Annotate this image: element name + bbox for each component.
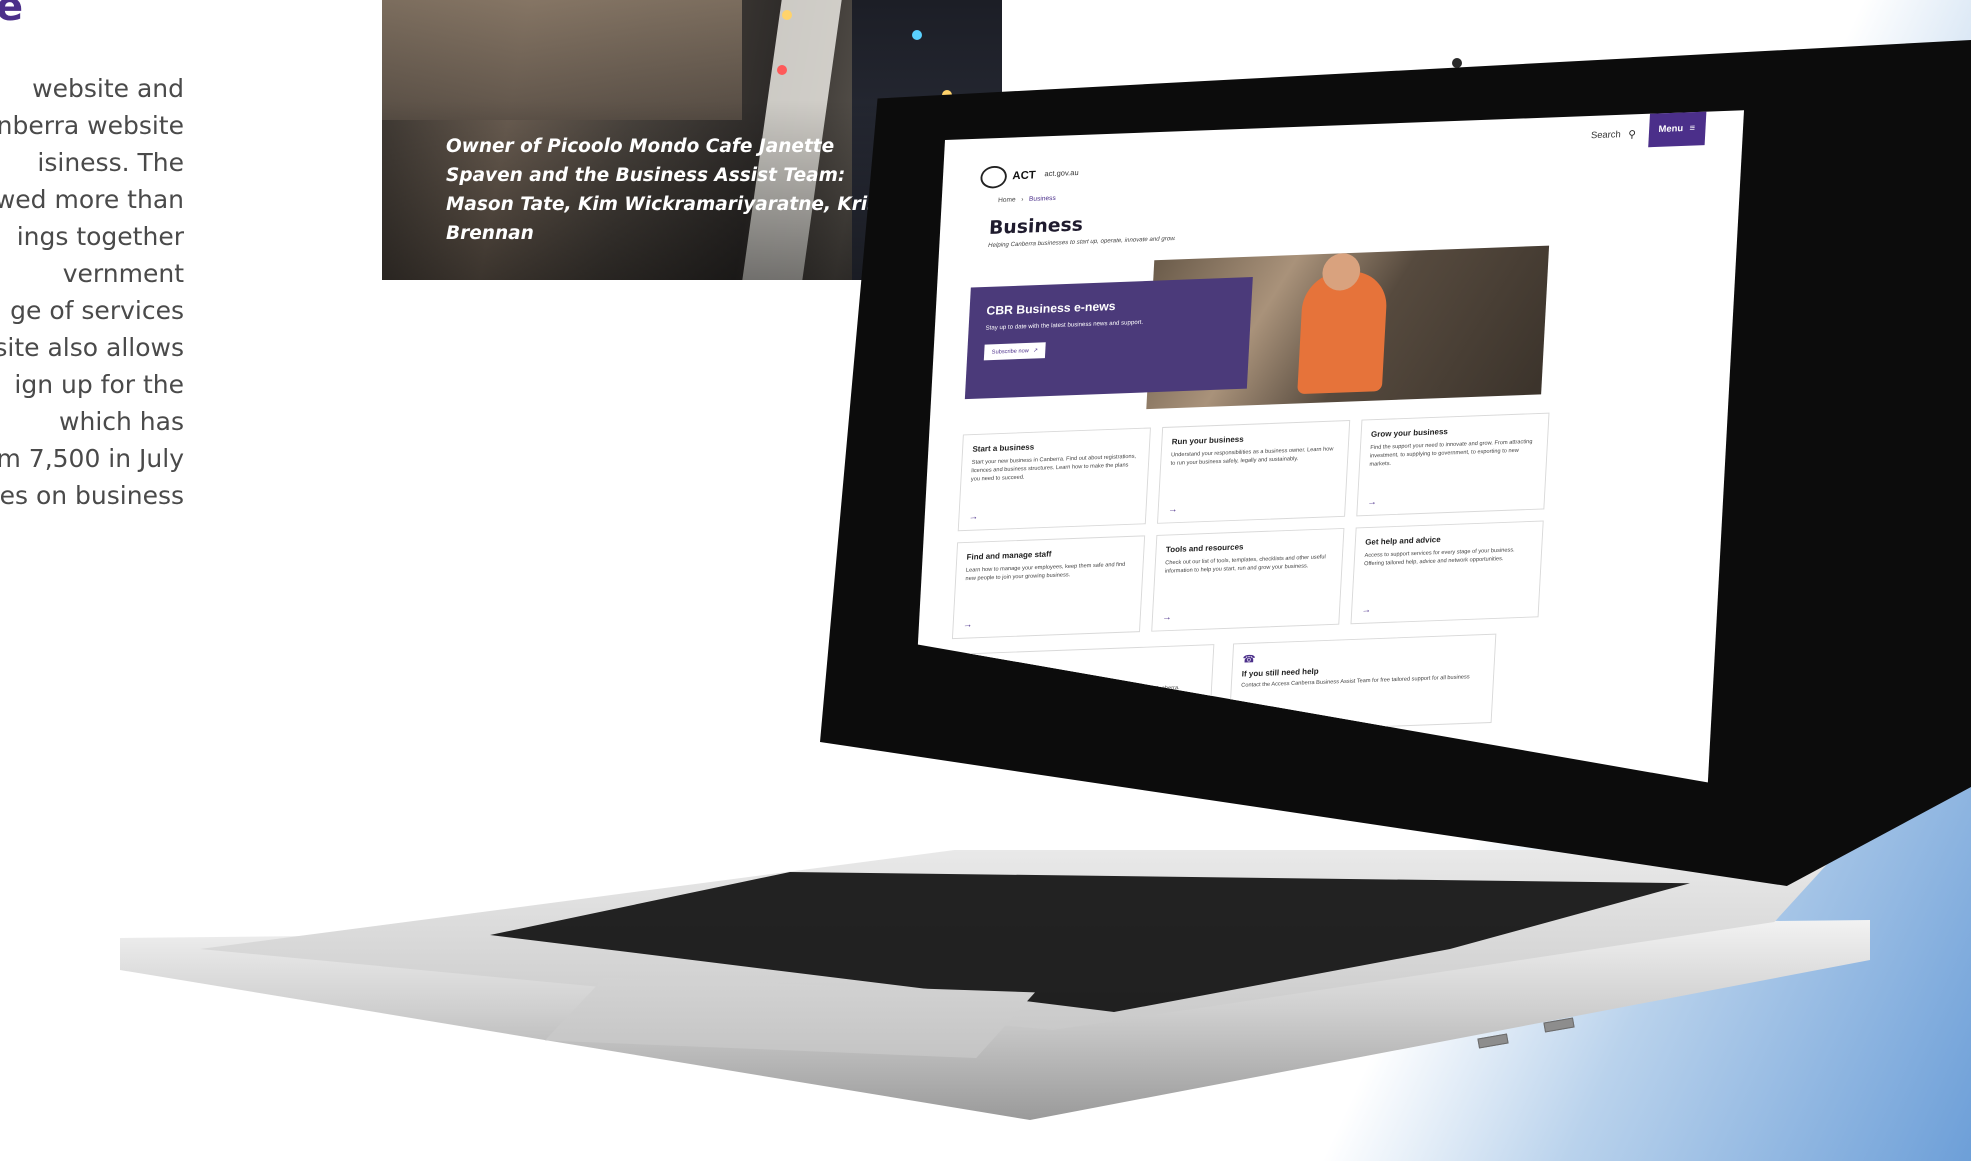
enews-title: CBR Business e-news — [986, 298, 1116, 318]
arrow-right-icon[interactable]: → — [1361, 605, 1371, 616]
arrow-right-icon[interactable]: → — [1168, 504, 1178, 515]
card-text: Check out our list of tools, templates, … — [1164, 554, 1326, 575]
card-title: Grow your business — [1370, 426, 1449, 439]
arrow-right-icon[interactable]: → — [963, 620, 973, 631]
subscribe-button[interactable]: Subscribe now ↗ — [983, 342, 1046, 361]
paragraph-line: es on business — [0, 481, 184, 510]
card-title: Get help and advice — [1364, 534, 1441, 547]
card-text: Access to support services for every sta… — [1363, 547, 1515, 568]
card-text: Understand your responsibilities as a bu… — [1170, 446, 1334, 467]
paragraph-line: isiness. The — [37, 148, 184, 177]
search-icon[interactable]: ⚲ — [1628, 128, 1640, 140]
search-label[interactable]: Search — [1591, 130, 1621, 141]
paragraph-line: vernment — [62, 259, 184, 288]
card-text: Learn how to manage your employees, keep… — [965, 562, 1126, 582]
subscribe-label: Subscribe now — [991, 348, 1029, 356]
card-grow-business[interactable]: Grow your business Find the support your… — [1356, 412, 1550, 517]
card-find-staff[interactable]: Find and manage staff Learn how to manag… — [951, 535, 1146, 640]
paragraph-line: wed more than — [0, 185, 184, 214]
body-paragraph: website and anberra website isiness. The… — [0, 70, 184, 514]
paragraph-line: anberra website — [0, 111, 184, 140]
enews-banner: CBR Business e-news Stay up to date with… — [964, 277, 1253, 400]
external-link-icon: ↗ — [1032, 348, 1038, 354]
menu-button[interactable]: Menu ≡ — [1648, 111, 1707, 148]
card-run-business[interactable]: Run your business Understand your respon… — [1157, 420, 1351, 524]
arrow-right-icon[interactable]: → — [1367, 497, 1377, 508]
card-tools-resources[interactable]: Tools and resources Check out our list o… — [1151, 527, 1345, 632]
photo-caption: Owner of Picoolo Mondo Cafe Janette Spav… — [446, 136, 900, 244]
topic-cards: Start a business Start your new business… — [946, 412, 1565, 744]
logo-text[interactable]: ACT — [1012, 168, 1036, 182]
paragraph-line: site also allows — [0, 333, 184, 362]
arrow-right-icon[interactable]: → — [1162, 612, 1172, 623]
menu-label: Menu — [1658, 123, 1684, 135]
arrow-right-icon[interactable]: → — [969, 512, 979, 523]
card-start-business[interactable]: Start a business Start your new business… — [957, 427, 1151, 532]
paragraph-line: m 7,500 in July — [0, 444, 184, 473]
photo-light — [782, 10, 792, 20]
card-title: Start a business — [972, 442, 1035, 454]
breadcrumb-current[interactable]: Business — [1029, 195, 1056, 203]
card-title: Find and manage staff — [966, 549, 1052, 562]
logo-url[interactable]: act.gov.au — [1044, 168, 1079, 178]
hamburger-icon: ≡ — [1689, 123, 1696, 134]
card-title: Run your business — [1171, 434, 1244, 447]
breadcrumb: Home › Business — [998, 195, 1056, 204]
card-text: Find the support your need to innovate a… — [1369, 439, 1533, 468]
paragraph-line: which has — [59, 407, 184, 436]
section-heading: e — [0, 0, 24, 30]
card-help-advice[interactable]: Get help and advice Access to support se… — [1350, 520, 1544, 625]
card-text: Start your new business in Canberra. Fin… — [970, 454, 1137, 483]
webcam — [1452, 58, 1462, 68]
paragraph-line: ings together — [16, 222, 184, 251]
breadcrumb-separator: › — [1021, 196, 1024, 204]
paragraph-line: ign up for the — [14, 370, 184, 399]
paragraph-line: ge of services — [10, 296, 184, 325]
photo-light — [912, 30, 922, 40]
paragraph-line: website and — [32, 74, 184, 103]
page-title: Business — [988, 212, 1084, 239]
enews-text: Stay up to date with the latest business… — [985, 319, 1144, 332]
photo-light — [777, 65, 787, 75]
act-logo-icon[interactable] — [979, 165, 1008, 189]
card-title: Tools and resources — [1165, 541, 1244, 555]
breadcrumb-home[interactable]: Home — [998, 197, 1016, 204]
